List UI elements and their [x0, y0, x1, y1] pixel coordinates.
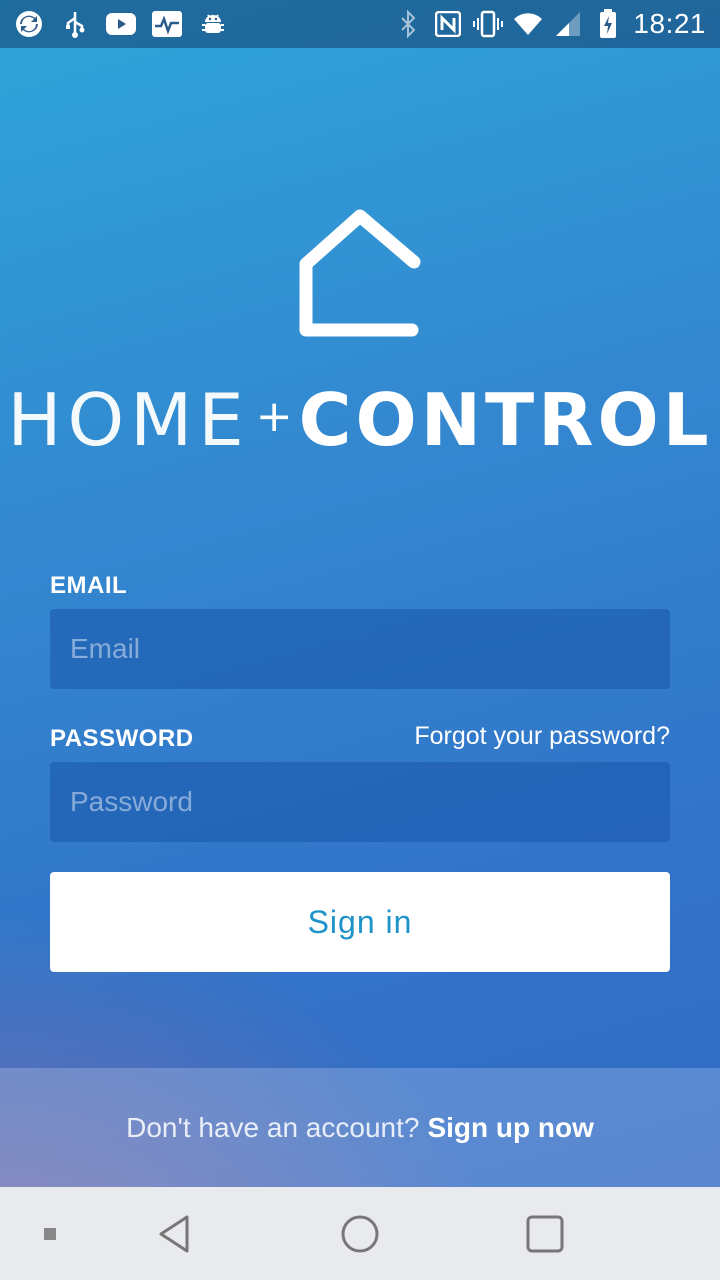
recents-icon[interactable]: [510, 1187, 580, 1280]
status-bar: 18:21: [0, 0, 720, 48]
password-label: PASSWORD: [50, 725, 194, 752]
navigation-bar: [0, 1187, 720, 1280]
email-field[interactable]: [50, 609, 670, 689]
home-icon[interactable]: [325, 1187, 395, 1280]
sign-in-button[interactable]: Sign in: [50, 872, 670, 972]
forgot-password-link[interactable]: Forgot your password?: [414, 722, 670, 751]
wifi-icon: [513, 9, 543, 39]
password-field[interactable]: [50, 762, 670, 842]
logo-plus: +: [255, 391, 293, 442]
battery-charging-icon: [593, 9, 623, 39]
logo-word-control: CONTROL: [298, 378, 713, 462]
small-square-icon[interactable]: [30, 1187, 70, 1280]
house-outline-icon: [299, 209, 421, 337]
sign-up-link[interactable]: Sign up now: [427, 1112, 593, 1144]
bluetooth-icon: [393, 9, 423, 39]
email-label: EMAIL: [50, 572, 128, 599]
sync-app-icon: [14, 9, 44, 39]
app-logo-wordmark: HOME +CONTROL: [0, 378, 720, 462]
android-debug-icon: [198, 9, 228, 39]
logo-word-home: HOME: [7, 378, 250, 462]
login-screen: 18:21 HOME+CONTROL EMAIL PASSWORD Forgot…: [0, 0, 720, 1280]
vibrate-icon: [473, 9, 504, 39]
clock: 18:21: [633, 8, 706, 39]
signup-band: Don't have an account? Sign up now: [0, 1068, 720, 1187]
signup-prompt: Don't have an account?: [126, 1111, 420, 1143]
youtube-icon: [106, 9, 136, 39]
nfc-icon: [433, 9, 463, 39]
signal-icon: [553, 9, 583, 39]
back-icon[interactable]: [140, 1187, 210, 1280]
activity-monitor-icon: [152, 9, 182, 39]
usb-icon: [60, 9, 90, 39]
